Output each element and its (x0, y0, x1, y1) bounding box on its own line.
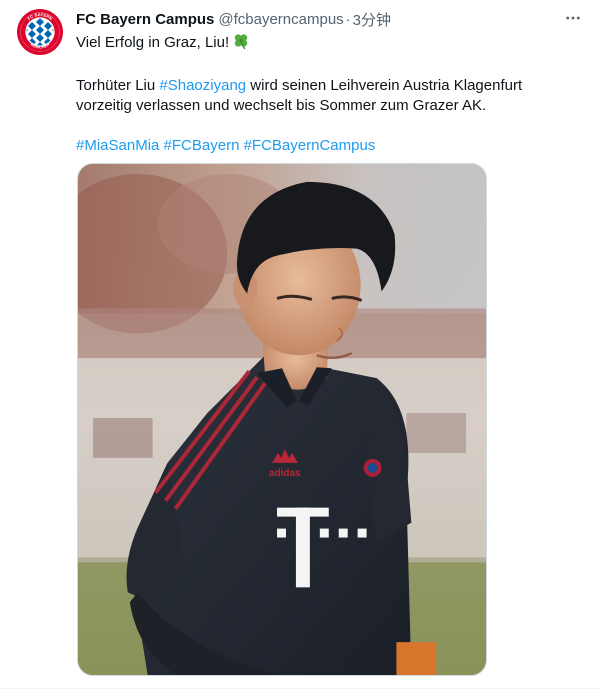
tweet-photo[interactable]: adidas (77, 163, 487, 676)
body-text: wird seinen Leihverein Austria Klagenfur… (246, 77, 523, 94)
timestamp[interactable]: 3分钟 (353, 9, 391, 30)
more-horizontal-icon (566, 16, 580, 20)
avatar[interactable]: FC BAYERN MÜNCHEN (16, 8, 64, 56)
player-photo: adidas (78, 164, 486, 675)
body-text: Torhüter Liu (76, 77, 160, 94)
hashtag-miasanmia-link[interactable]: #MiaSanMia (76, 137, 159, 154)
display-name[interactable]: FC Bayern Campus (76, 11, 214, 28)
separator-dot: · (345, 10, 351, 28)
hashtags-line: #MiaSanMia #FCBayern #FCBayernCampus (76, 136, 582, 156)
tweet-text: Viel Erfolg in Graz, Liu! Torhüter Liu #… (76, 32, 582, 156)
more-options-button[interactable] (562, 7, 584, 29)
fc-bayern-logo-icon: FC BAYERN MÜNCHEN (16, 8, 64, 56)
text-line-1: Viel Erfolg in Graz, Liu! (76, 32, 582, 56)
user-handle[interactable]: @fcbayerncampus (218, 11, 343, 28)
hashtag-shaoziyang-link[interactable]: #Shaoziyang (159, 77, 246, 94)
tweet-card[interactable]: FC BAYERN MÜNCHEN FC Bayern Campus @fcba… (0, 0, 598, 689)
hashtag-fcbayerncampus-link[interactable]: #FCBayernCampus (244, 137, 376, 154)
four-leaf-clover-icon (232, 32, 250, 56)
hashtag-fcbayern-link[interactable]: #FCBayern (164, 137, 240, 154)
text-line-2: Torhüter Liu #Shaoziyang wird seinen Lei… (76, 76, 582, 96)
greeting-text: Viel Erfolg in Graz, Liu! (76, 34, 230, 51)
tweet-header: FC Bayern Campus @fcbayerncampus · 3分钟 (76, 9, 582, 29)
text-line-3: vorzeitig verlassen und wechselt bis Som… (76, 97, 487, 114)
